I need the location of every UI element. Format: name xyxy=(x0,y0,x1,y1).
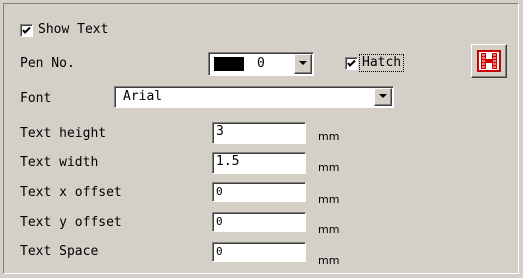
text-height-label: Text height xyxy=(20,126,107,141)
pen-dropdown-button[interactable] xyxy=(294,54,312,74)
text-width-label: Text width xyxy=(20,155,99,170)
text-x-offset-unit: mm xyxy=(318,193,340,206)
font-value: Arial xyxy=(123,89,163,104)
text-y-offset-label: Text y offset xyxy=(20,215,122,230)
hatch-checkbox[interactable] xyxy=(345,57,358,70)
text-y-offset-unit: mm xyxy=(318,223,340,236)
text-height-unit: mm xyxy=(318,130,340,143)
hatch-label: Hatch xyxy=(358,54,405,72)
hatch-h-icon xyxy=(477,50,501,72)
pen-no-label: Pen No. xyxy=(20,56,75,71)
text-space-input[interactable]: 0 xyxy=(212,242,306,262)
checkmark-icon xyxy=(347,59,356,67)
pen-color-swatch xyxy=(214,57,244,71)
text-width-unit: mm xyxy=(318,161,340,174)
chevron-down-icon xyxy=(379,94,387,98)
text-y-offset-input[interactable]: 0 xyxy=(212,212,306,232)
pen-value: 0 xyxy=(257,56,265,71)
font-dropdown-button[interactable] xyxy=(374,88,392,106)
font-select[interactable]: Arial xyxy=(114,86,394,108)
checkmark-icon xyxy=(22,26,31,34)
text-height-input[interactable]: 3 xyxy=(212,122,306,144)
chevron-down-icon xyxy=(299,61,307,65)
font-label: Font xyxy=(20,91,52,106)
text-width-input[interactable]: 1.5 xyxy=(212,152,306,174)
text-x-offset-input[interactable]: 0 xyxy=(212,182,306,202)
text-x-offset-label: Text x offset xyxy=(20,185,122,200)
text-space-label: Text Space xyxy=(20,244,99,259)
pen-select[interactable]: 0 xyxy=(208,52,314,76)
show-text-label: Show Text xyxy=(38,22,109,37)
hatch-settings-button[interactable] xyxy=(471,44,507,78)
text-space-unit: mm xyxy=(318,254,340,267)
show-text-checkbox[interactable] xyxy=(20,24,33,37)
